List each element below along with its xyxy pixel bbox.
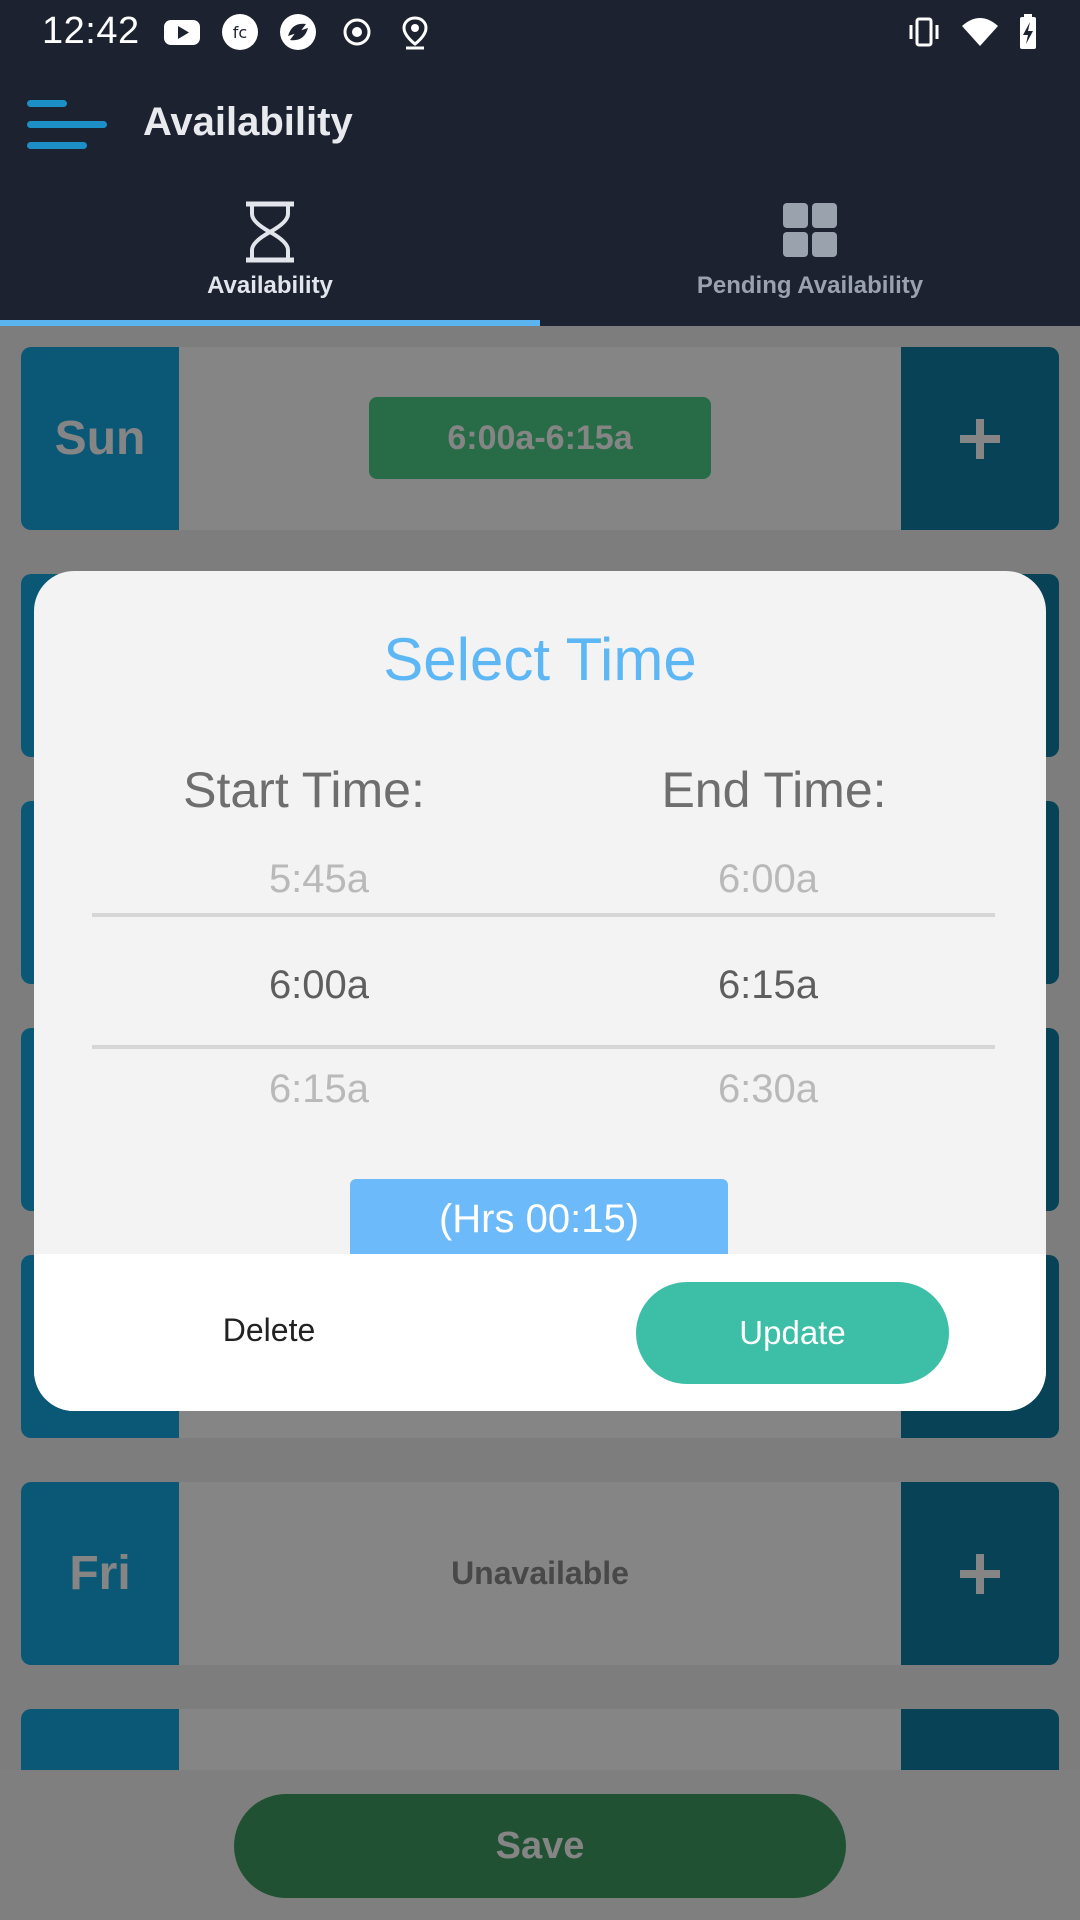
start-time-selected[interactable]: 6:00a — [189, 963, 449, 1008]
record-icon — [343, 18, 371, 46]
dialog-title: Select Time — [383, 626, 697, 693]
end-time-header: End Time: — [661, 762, 887, 818]
update-button[interactable]: Update — [636, 1282, 949, 1384]
start-time-header: Start Time: — [183, 762, 425, 818]
picker-divider-bottom — [92, 1045, 995, 1049]
tab-pending-availability-label: Pending Availability — [696, 272, 924, 299]
tab-pending-availability[interactable] — [540, 192, 1080, 326]
hamburger-menu-icon[interactable] — [24, 92, 108, 158]
hourglass-icon — [246, 201, 294, 263]
delete-button[interactable]: Delete — [169, 1300, 369, 1360]
location-pin-icon — [402, 16, 428, 50]
end-time-selected[interactable]: 6:15a — [638, 963, 898, 1008]
start-time-option[interactable]: 6:15a — [189, 1067, 449, 1112]
start-time-option[interactable]: 5:45a — [189, 857, 449, 902]
camera-shutter-icon — [280, 14, 316, 50]
fc-app-icon: fc — [222, 14, 258, 50]
duration-badge: (Hrs 00:15) — [350, 1179, 728, 1259]
dialog-footer: Delete Update — [34, 1254, 1046, 1411]
tab-availability[interactable] — [0, 192, 540, 326]
select-time-dialog: Select Time Start Time: End Time: 5:45a … — [34, 571, 1046, 1411]
youtube-icon — [164, 20, 200, 45]
picker-divider-top — [92, 913, 995, 917]
end-time-option[interactable]: 6:00a — [638, 857, 898, 902]
svg-text:fc: fc — [233, 23, 247, 42]
page-title: Availability — [143, 100, 353, 144]
vibrate-icon — [909, 17, 939, 47]
status-bar: 12:42 fc — [0, 0, 1080, 62]
grid-icon — [783, 203, 837, 257]
battery-charging-icon — [1020, 14, 1036, 49]
app-bar: Availability Availability Pending Availa… — [0, 62, 1080, 326]
status-time: 12:42 — [42, 10, 140, 52]
tab-availability-label: Availability — [207, 272, 333, 299]
end-time-option[interactable]: 6:30a — [638, 1067, 898, 1112]
wifi-icon — [962, 18, 998, 46]
